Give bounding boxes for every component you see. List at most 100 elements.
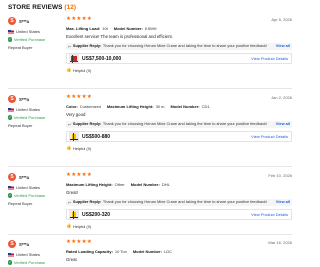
attribute-label: Color: — [66, 103, 78, 109]
reviewer-name: S***a — [19, 174, 30, 180]
country-label: United States — [16, 107, 41, 112]
divider — [8, 234, 292, 235]
attribute: Maximum Lifting Height: Other — [66, 182, 125, 187]
review-body: ★★★★★ Jan 2, 2026 Color: Customized Maxim… — [66, 94, 292, 151]
repeat-buyer-label: Repeat Buyer — [8, 45, 33, 50]
reviewer-country: United States — [8, 252, 64, 257]
verified-label: Verified Purchase — [13, 193, 46, 198]
reply-text: Thank you for choosing Henan Mine Crane … — [102, 199, 268, 205]
attribute-value: 30 m — [155, 103, 165, 109]
view-product-details-link[interactable]: View Product Details — [251, 56, 288, 61]
product-price: US$200-320 — [82, 211, 111, 218]
attribute-value: DHL — [161, 181, 170, 187]
review-date: Jan 2, 2026 — [271, 95, 292, 100]
product-thumbnail[interactable] — [69, 132, 79, 142]
helpful-label: Helpful (0) — [72, 67, 92, 73]
view-product-details-link[interactable]: View Product Details — [251, 212, 288, 217]
review-body: ★★★★★ Apr 5, 2026 Max. Lifting Load: 10t … — [66, 16, 292, 73]
attribute-label: Model Number: — [130, 181, 160, 187]
product-thumbnail[interactable] — [69, 54, 79, 64]
attribute-value: KSMH — [144, 25, 157, 31]
reviewer-name: S***a — [19, 96, 30, 102]
helpful-button[interactable]: 👍 Helpful (0) — [66, 223, 292, 228]
product-card[interactable]: US$7,500-10,000 View Product Details — [66, 53, 292, 65]
country-label: United States — [16, 29, 41, 34]
reviewer-info: S S***a United States ✓ Verified Purchas… — [8, 240, 64, 265]
review-comment: Great — [66, 257, 77, 263]
attribute-value: 10t — [102, 25, 108, 31]
product-attributes: Rated Loading Capacity: 10 Ton Model Numb… — [66, 249, 292, 254]
reply-icon: ↩ — [68, 121, 72, 127]
us-flag-icon — [8, 107, 14, 112]
view-all-link[interactable]: View all — [276, 121, 290, 127]
avatar: S — [8, 173, 16, 181]
review-date: Mar 16, 2026 — [268, 240, 292, 245]
us-flag-icon — [8, 185, 14, 190]
thumbs-up-icon[interactable]: 👍 — [66, 67, 71, 72]
view-all-link[interactable]: View all — [276, 43, 290, 49]
attribute-value: 10 Ton — [114, 248, 127, 254]
reviewer-name: S***a — [19, 18, 30, 24]
helpful-button[interactable]: 👍 Helpful (0) — [66, 67, 292, 72]
country-label: United States — [16, 252, 41, 257]
thumbs-up-icon[interactable]: 👍 — [66, 145, 71, 150]
check-circle-icon: ✓ — [8, 114, 13, 120]
section-title-text: STORE REVIEWS — [8, 4, 63, 11]
reply-label: Supplier Reply: — [72, 199, 102, 205]
attribute-label: Maximum Lifting Height: — [106, 103, 154, 109]
view-all-link[interactable]: View all — [276, 199, 290, 205]
attribute-label: Model Number: — [113, 25, 143, 31]
attribute: Model Number: DHL — [131, 182, 170, 187]
star-rating: ★★★★★ — [66, 16, 93, 22]
verified-purchase: ✓ Verified Purchase — [8, 193, 64, 198]
helpful-label: Helpful (0) — [72, 145, 92, 151]
product-thumbnail[interactable] — [69, 210, 79, 220]
reviewer-info: S S***a United States ✓ Verified Purchas… — [8, 17, 64, 50]
reviewer-country: United States — [8, 185, 64, 190]
attribute: Max. Lifting Load: 10t — [66, 26, 108, 31]
product-card[interactable]: US$200-320 View Product Details — [66, 209, 292, 221]
avatar: S — [8, 240, 16, 248]
attribute-value: Other — [114, 181, 125, 187]
us-flag-icon — [8, 252, 14, 257]
attribute-label: Rated Loading Capacity: — [66, 248, 113, 254]
reviewer-info: S S***a United States ✓ Verified Purchas… — [8, 173, 64, 206]
us-flag-icon — [8, 29, 14, 34]
attribute-label: Model Number: — [170, 103, 200, 109]
reviewer-info: S S***a United States ✓ Verified Purchas… — [8, 95, 64, 128]
avatar: S — [8, 95, 16, 103]
attribute-label: Max. Lifting Load: — [66, 25, 101, 31]
repeat-buyer-label: Repeat Buyer — [8, 123, 33, 128]
attribute-value: Customized — [79, 103, 101, 109]
review-body: ★★★★★ Mar 16, 2026 Rated Loading Capacit… — [66, 239, 292, 263]
verified-purchase: ✓ Verified Purchase — [8, 37, 64, 42]
reply-label: Supplier Reply: — [72, 121, 102, 127]
attribute: Model Number: CD1 — [170, 104, 209, 109]
check-circle-icon: ✓ — [8, 36, 13, 42]
product-card[interactable]: US$500-880 View Product Details — [66, 131, 292, 143]
attribute-label: Model Number: — [132, 248, 162, 254]
repeat-buyer-label: Repeat Buyer — [8, 201, 33, 206]
helpful-button[interactable]: 👍 Helpful (0) — [66, 145, 292, 150]
reply-text: Thank you for choosing Henan Mine Crane … — [102, 43, 268, 49]
attribute: Rated Loading Capacity: 10 Ton — [66, 249, 127, 254]
thumbs-up-icon[interactable]: 👍 — [66, 223, 71, 228]
check-circle-icon: ✓ — [8, 259, 13, 265]
review-comment: Very good — [66, 112, 86, 118]
verified-purchase: ✓ Verified Purchase — [8, 115, 64, 120]
attribute: Maximum Lifting Height: 30 m — [107, 104, 165, 109]
avatar: S — [8, 17, 16, 25]
divider — [8, 88, 292, 89]
reply-icon: ↩ — [68, 43, 72, 49]
product-price: US$500-880 — [82, 133, 111, 140]
store-reviews-page: STORE REVIEWS (12) S S***a United States… — [0, 0, 300, 267]
verified-label: Verified Purchase — [13, 260, 46, 265]
review-comment: Great! — [66, 190, 78, 196]
reviewer-country: United States — [8, 29, 64, 34]
view-product-details-link[interactable]: View Product Details — [251, 134, 288, 139]
check-circle-icon: ✓ — [8, 192, 13, 198]
section-title: STORE REVIEWS (12) — [8, 4, 76, 12]
product-attributes: Maximum Lifting Height: Other Model Numbe… — [66, 182, 292, 187]
reply-icon: ↩ — [68, 199, 72, 205]
attribute: Model Number: KSMH — [114, 26, 157, 31]
